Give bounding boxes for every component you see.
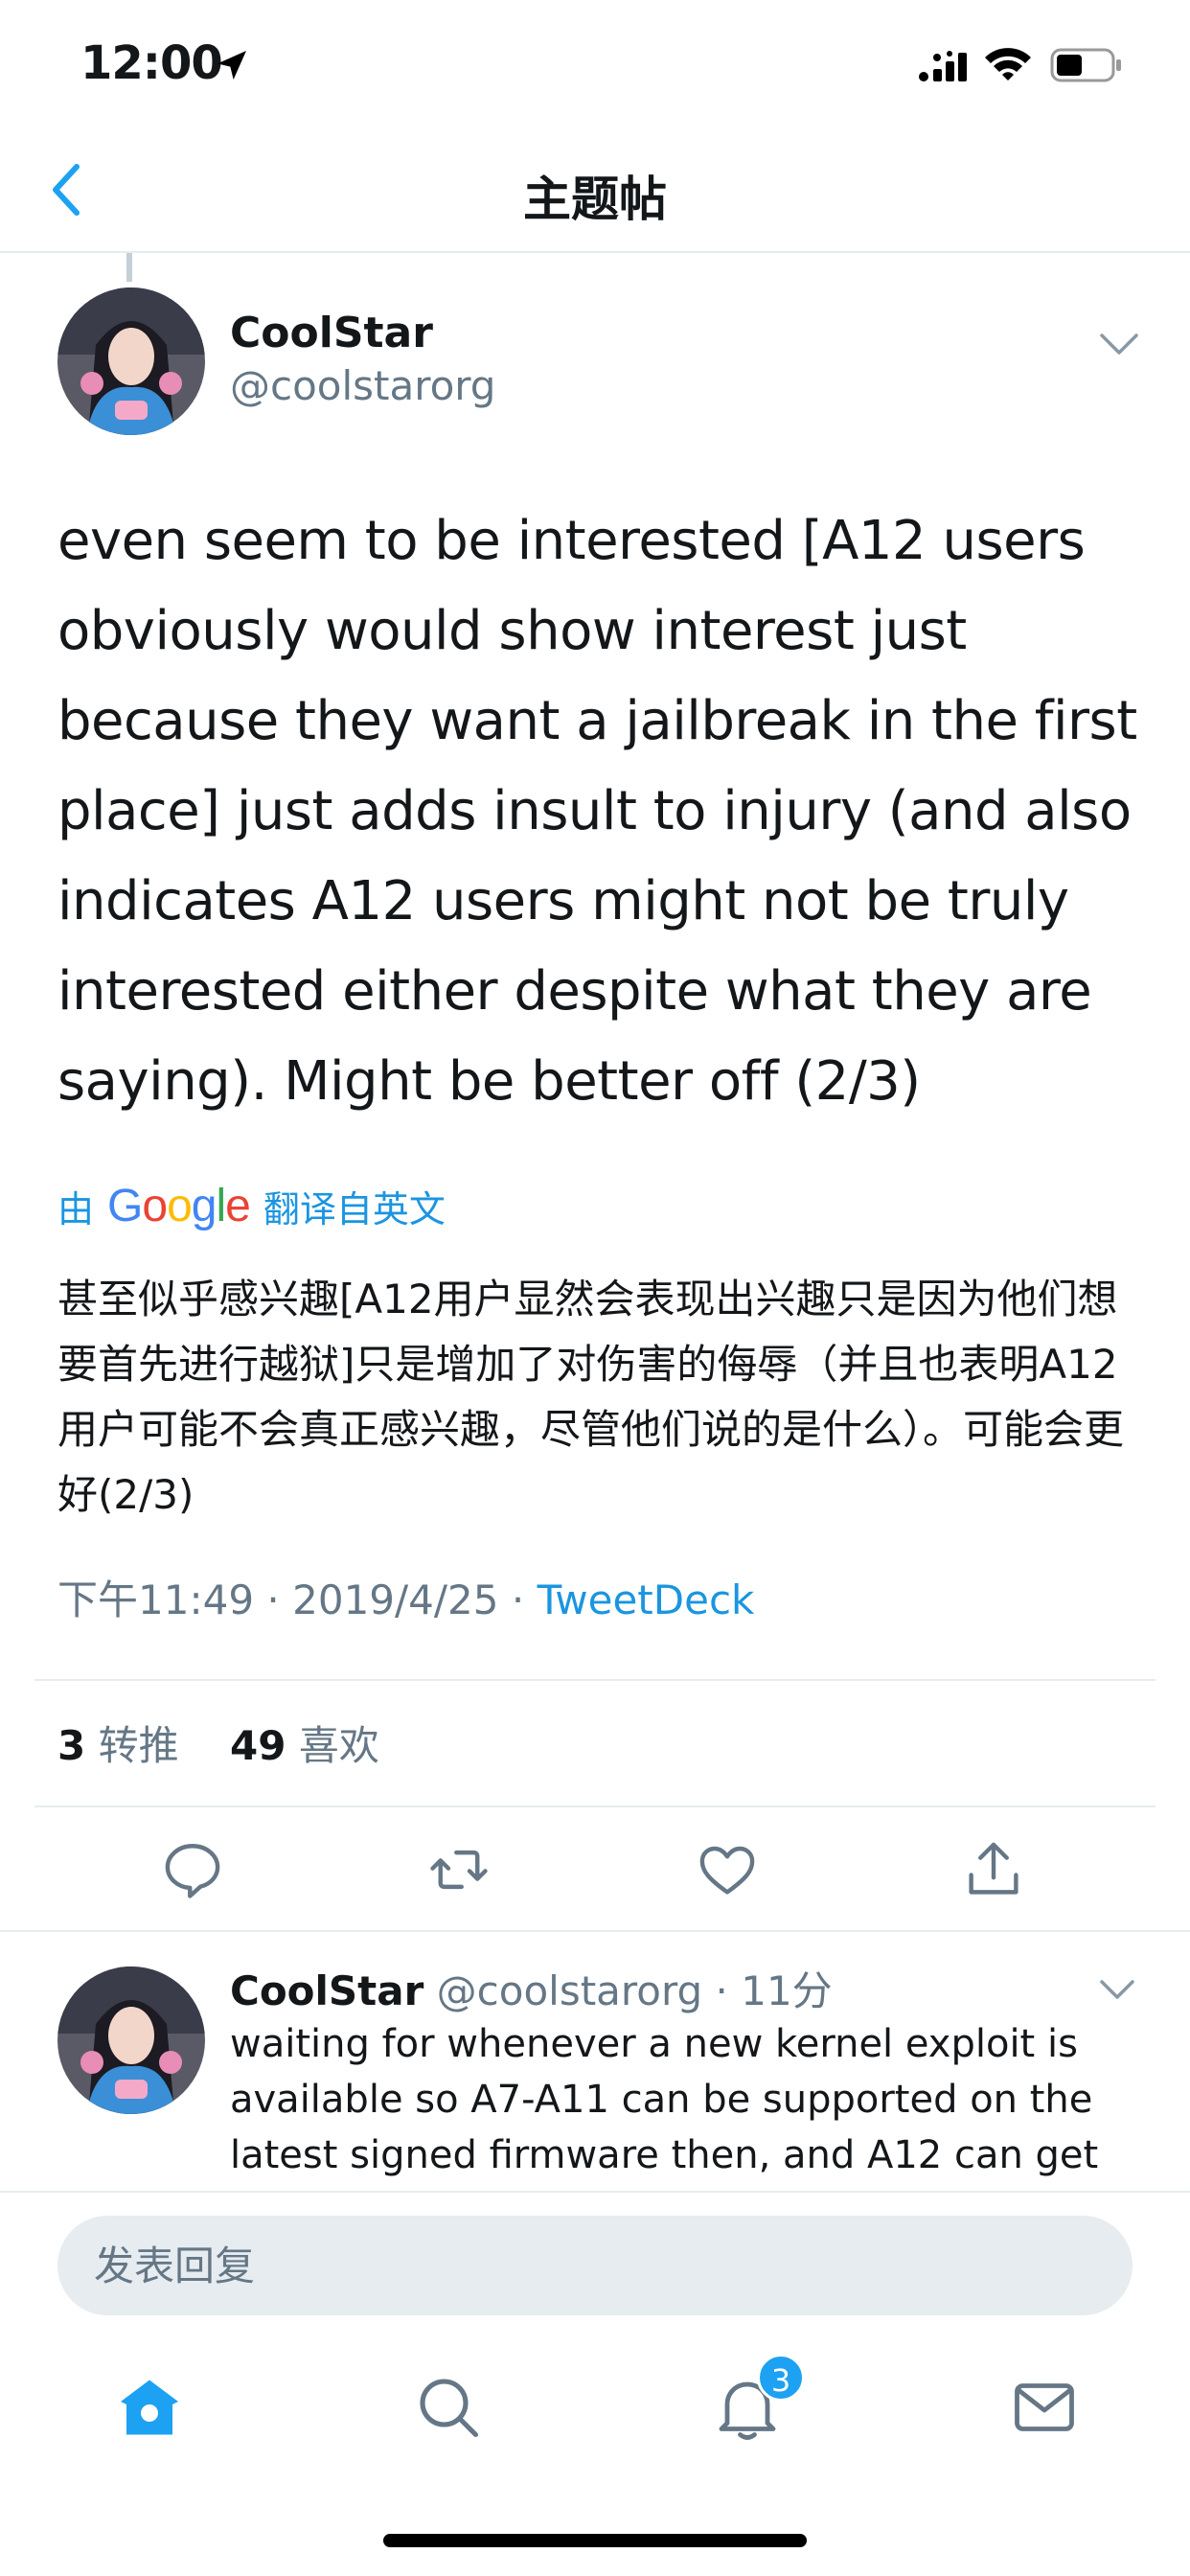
reply-time: 11分 <box>741 1967 833 2014</box>
reply-header: CoolStar @coolstarorg · 11分 <box>230 1959 833 2017</box>
reply-text: waiting for whenever a new kernel exploi… <box>230 2022 1099 2177</box>
chevron-down-icon[interactable] <box>1098 332 1140 356</box>
home-indicator[interactable] <box>383 2534 807 2547</box>
chevron-down-icon[interactable] <box>1098 1978 1136 2001</box>
nav-bar: 主题帖 <box>0 126 1190 253</box>
search-icon[interactable] <box>414 2373 483 2442</box>
reply-icon[interactable] <box>161 1838 224 1901</box>
notifications-badge: 3 <box>757 2354 805 2402</box>
google-logo: Google <box>107 1180 251 1231</box>
location-arrow-icon <box>217 51 246 80</box>
reply-author-name[interactable]: CoolStar <box>230 1967 423 2014</box>
tweet-time: 下午11:49 <box>57 1576 255 1623</box>
translation-suffix: 翻译自英文 <box>263 1187 446 1230</box>
tweet-source-link[interactable]: TweetDeck <box>538 1576 755 1623</box>
status-time: 12:00 <box>80 36 223 90</box>
like-icon[interactable] <box>696 1838 759 1901</box>
reply-compose-input[interactable] <box>57 2216 1133 2315</box>
status-bar: 12:00 <box>0 0 1190 126</box>
page-title: 主题帖 <box>523 172 667 227</box>
author-handle[interactable]: @coolstarorg <box>230 362 495 409</box>
divider <box>34 1806 1156 1807</box>
retweet-icon[interactable] <box>427 1838 491 1901</box>
share-icon[interactable] <box>962 1838 1025 1901</box>
like-label[interactable]: 喜欢 <box>299 1722 379 1769</box>
messages-icon[interactable] <box>1010 2373 1079 2442</box>
tweet-stats: 3 转推 49 喜欢 <box>57 1714 379 1772</box>
author-name[interactable]: CoolStar <box>230 309 433 357</box>
retweet-count[interactable]: 3 <box>57 1722 85 1769</box>
divider <box>0 1930 1190 1932</box>
reply-separator: · <box>715 1967 728 2014</box>
tweet-text: even seem to be interested [A12 users ob… <box>57 510 1137 1113</box>
wifi-icon <box>985 48 1031 80</box>
signal-icon <box>919 51 967 81</box>
meta-separator: · <box>266 1576 280 1623</box>
battery-icon <box>1050 48 1121 82</box>
divider <box>34 1679 1156 1681</box>
thread-connector <box>126 253 132 282</box>
translation-attribution[interactable]: 由 Google 翻译自英文 <box>57 1179 446 1232</box>
translation-prefix: 由 <box>57 1187 95 1230</box>
translated-text: 甚至似乎感兴趣[A12用户显然会表现出兴趣只是因为他们想要首先进行越狱]只是增加… <box>57 1276 1125 1518</box>
retweet-label[interactable]: 转推 <box>99 1722 179 1769</box>
tweet-meta: 下午11:49 · 2019/4/25 · TweetDeck <box>57 1568 754 1626</box>
like-count[interactable]: 49 <box>230 1722 286 1769</box>
meta-separator: · <box>511 1576 525 1623</box>
reply-author-handle[interactable]: @coolstarorg <box>437 1967 702 2014</box>
reply-avatar[interactable] <box>57 1966 205 2114</box>
avatar[interactable] <box>57 288 205 435</box>
home-icon[interactable] <box>115 2373 184 2442</box>
tweet-date: 2019/4/25 <box>292 1576 499 1623</box>
